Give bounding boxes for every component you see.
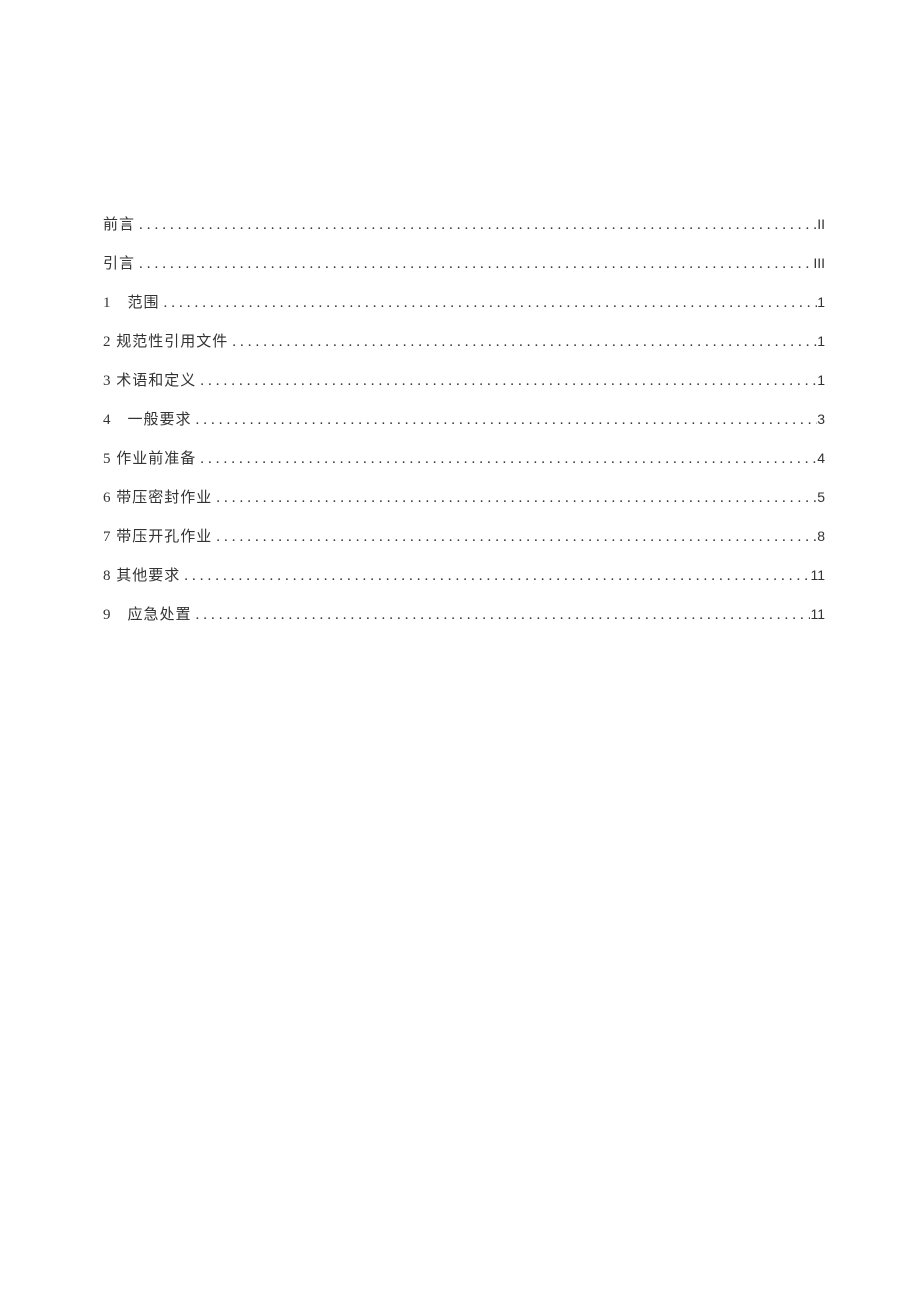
toc-label: 引言 <box>103 252 135 273</box>
toc-label: 前言 <box>103 213 135 234</box>
toc-label: 4 一般要求 <box>103 408 192 429</box>
toc-entry: 2 规范性引用文件 1 <box>103 330 825 351</box>
toc-page-number: 1 <box>817 372 825 388</box>
toc-label: 2 规范性引用文件 <box>103 330 228 351</box>
toc-entry: 9 应急处置 11 <box>103 603 825 624</box>
toc-page-number: 11 <box>810 567 825 583</box>
toc-leader <box>192 412 818 429</box>
toc-entry: 6 带压密封作业 5 <box>103 486 825 507</box>
toc-entry: 8 其他要求 11 <box>103 564 825 585</box>
toc-page-number: 1 <box>817 294 825 310</box>
toc-page-number: 11 <box>810 606 825 622</box>
toc-leader <box>212 529 817 546</box>
toc-entry: 3 术语和定义 1 <box>103 369 825 390</box>
toc-label: 6 带压密封作业 <box>103 486 212 507</box>
toc-leader <box>228 334 817 351</box>
toc-leader <box>160 295 818 312</box>
toc-page-number: 5 <box>817 489 825 505</box>
toc-leader <box>192 607 811 624</box>
toc-page-number: 4 <box>817 450 825 466</box>
toc-label: 1 范围 <box>103 291 160 312</box>
toc-label: 9 应急处置 <box>103 603 192 624</box>
toc-label: 3 术语和定义 <box>103 369 196 390</box>
toc-page-number: II <box>817 216 825 232</box>
toc-label: 7 带压开孔作业 <box>103 525 212 546</box>
toc-page-number: 8 <box>817 528 825 544</box>
toc-leader <box>196 373 817 390</box>
toc-leader <box>196 451 817 468</box>
toc-entry: 1 范围 1 <box>103 291 825 312</box>
toc-page-number: III <box>813 255 825 271</box>
toc-entry: 4 一般要求 3 <box>103 408 825 429</box>
toc-page-number: 3 <box>817 411 825 427</box>
toc-leader <box>135 217 817 234</box>
toc-label: 5 作业前准备 <box>103 447 196 468</box>
toc-entry: 前言 II <box>103 213 825 234</box>
toc-page-number: 1 <box>817 333 825 349</box>
toc-leader <box>135 256 813 273</box>
toc-entry: 引言 III <box>103 252 825 273</box>
toc-leader <box>180 568 810 585</box>
toc-entry: 7 带压开孔作业 8 <box>103 525 825 546</box>
toc-entry: 5 作业前准备 4 <box>103 447 825 468</box>
toc-label: 8 其他要求 <box>103 564 180 585</box>
document-page: 前言 II 引言 III 1 范围 1 2 规范性引用文件 1 3 术语和定义 … <box>0 0 920 624</box>
toc-leader <box>212 490 817 507</box>
